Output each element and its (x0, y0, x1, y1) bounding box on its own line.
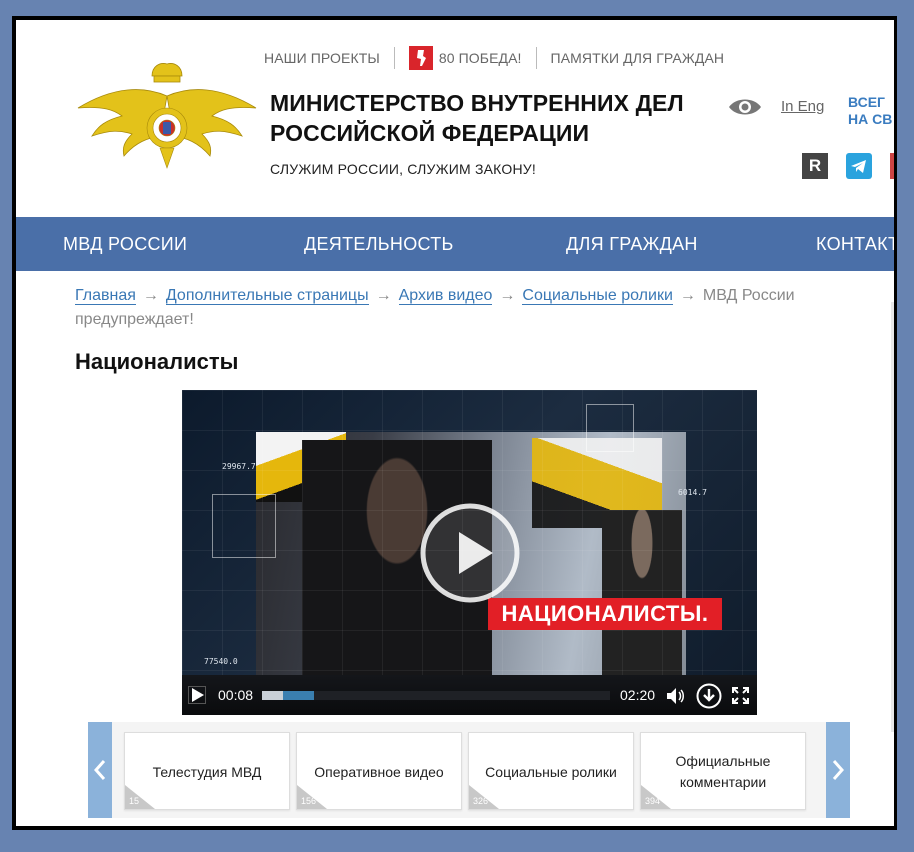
carousel-card[interactable]: Оперативное видео 156 (296, 732, 462, 810)
carousel-card[interactable]: Официальные комментарии 394 (640, 732, 806, 810)
current-time: 00:08 (218, 687, 254, 703)
contact-line-1: ВСЕГ (848, 94, 885, 110)
duration: 02:20 (620, 687, 656, 703)
video-player[interactable]: 29967.7 6014.7 77540.0 НАЦИОНАЛИСТЫ. 00:… (182, 390, 757, 715)
memos-link[interactable]: ПАМЯТКИ ДЛЯ ГРАЖДАН (551, 50, 725, 66)
breadcrumb-separator: → (142, 287, 159, 304)
breadcrumb-social-clips[interactable]: Социальные ролики (522, 287, 673, 305)
video-overlay-number: 6014.7 (678, 488, 707, 497)
breadcrumb-video-archive[interactable]: Архив видео (398, 287, 493, 305)
scroll-track[interactable] (891, 302, 894, 732)
language-switch-link[interactable]: In Eng (781, 98, 824, 115)
video-controls: 00:08 02:20 (182, 675, 757, 715)
big-play-icon[interactable] (419, 502, 521, 604)
video-overlay-number: 77540.0 (204, 657, 238, 666)
top-nav: НАШИ ПРОЕКТЫ 80 ПОБЕДА! ПАМЯТКИ ДЛЯ ГРАЖ… (264, 46, 724, 70)
progress-bar[interactable] (262, 691, 610, 700)
breadcrumb-extra-pages[interactable]: Дополнительные страницы (165, 287, 369, 305)
video-overlay-title: НАЦИОНАЛИСТЫ. (488, 598, 722, 630)
site-title[interactable]: МИНИСТЕРСТВО ВНУТРЕННИХ ДЕЛ РОССИЙСКОЙ Ф… (270, 88, 690, 148)
nav-contacts[interactable]: КОНТАКТЫ (816, 217, 894, 271)
pobeda-badge-icon (408, 46, 433, 70)
pobeda-text: ПОБЕДА! (458, 50, 522, 66)
carousel-card-count: 156 (301, 796, 317, 806)
carousel-card-count: 326 (473, 796, 489, 806)
video-overlay-box (212, 494, 276, 558)
mvd-emblem-logo[interactable] (74, 56, 260, 170)
carousel-card[interactable]: Телестудия МВД 15 (124, 732, 290, 810)
chevron-left-icon (94, 760, 106, 780)
nav-mvd-russia[interactable]: МВД РОССИИ (63, 217, 187, 271)
projects-link[interactable]: НАШИ ПРОЕКТЫ (264, 50, 380, 66)
breadcrumb-separator: → (375, 287, 392, 304)
site-title-line-2: РОССИЙСКОЙ ФЕДЕРАЦИИ (270, 120, 590, 146)
carousel-prev-button[interactable] (88, 722, 112, 818)
volume-icon[interactable] (666, 687, 686, 705)
carousel-card[interactable]: Социальные ролики 326 (468, 732, 634, 810)
telegram-icon[interactable] (846, 153, 872, 179)
chevron-right-icon (832, 760, 844, 780)
site-title-line-1: МИНИСТЕРСТВО ВНУТРЕННИХ ДЕЛ (270, 90, 684, 116)
rutube-icon[interactable]: R (802, 153, 828, 179)
progress-played (262, 691, 283, 700)
page: НАШИ ПРОЕКТЫ 80 ПОБЕДА! ПАМЯТКИ ДЛЯ ГРАЖ… (16, 20, 894, 826)
carousel-card-count: 15 (129, 796, 140, 806)
breadcrumb-home[interactable]: Главная (75, 287, 136, 305)
fullscreen-icon[interactable] (732, 687, 749, 704)
carousel-card-count: 394 (645, 796, 661, 806)
breadcrumb: Главная → Дополнительные страницы → Архив ви… (75, 284, 845, 332)
main-nav: МВД РОССИИ ДЕЯТЕЛЬНОСТЬ ДЛЯ ГРАЖДАН КОНТ… (16, 217, 894, 271)
nav-activity[interactable]: ДЕЯТЕЛЬНОСТЬ (304, 217, 454, 271)
contact-line-2: НА СВ (848, 111, 893, 127)
download-icon[interactable] (696, 683, 722, 709)
video-overlay-number: 29967.7 (222, 462, 256, 471)
play-icon[interactable] (188, 686, 206, 704)
social-icon[interactable] (890, 153, 894, 179)
video-overlay-box (586, 404, 634, 452)
contact-link[interactable]: ВСЕГ НА СВ (848, 94, 892, 128)
site-slogan: СЛУЖИМ РОССИИ, СЛУЖИМ ЗАКОНУ! (270, 161, 536, 177)
nav-for-citizens[interactable]: ДЛЯ ГРАЖДАН (566, 217, 698, 271)
breadcrumb-separator: → (499, 287, 516, 304)
carousel-next-button[interactable] (826, 722, 850, 818)
divider (393, 47, 395, 69)
pobeda-number: 80 (438, 50, 455, 66)
breadcrumb-separator: → (679, 287, 696, 304)
pobeda-link[interactable]: 80 ПОБЕДА! (408, 46, 522, 70)
category-carousel: Телестудия МВД 15 Оперативное видео 156 … (88, 722, 850, 818)
page-title: Националисты (75, 349, 239, 374)
divider (535, 47, 537, 69)
eye-icon[interactable] (728, 96, 762, 118)
